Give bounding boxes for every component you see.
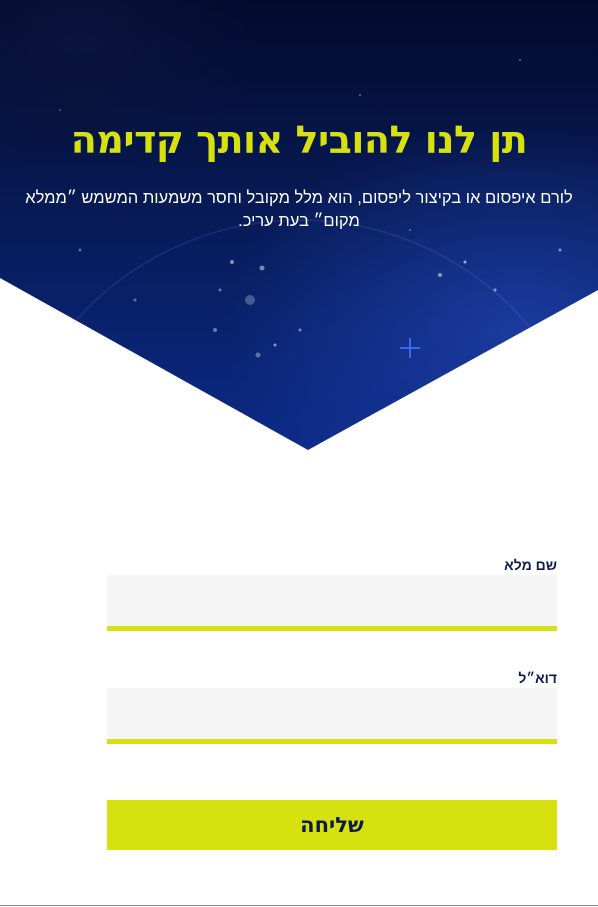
submit-button[interactable]: שליחה [107,800,557,850]
email-label: דוא״ל [518,670,557,686]
email-input[interactable] [107,688,557,744]
hero-section: תן לנו להוביל אותך קדימה לורם איפסום או … [0,0,598,450]
hero-title: תן לנו להוביל אותך קדימה [70,118,528,162]
full-name-field-group: שם מלא [107,555,557,631]
hero-description: לורם איפסום או בקיצור ליפסום, הוא מלל מק… [25,189,573,230]
email-field-group: דוא״ל [107,668,557,744]
full-name-label: שם מלא [504,557,557,573]
full-name-input[interactable] [107,575,557,631]
bottom-divider [0,905,598,906]
page: תן לנו להוביל אותך קדימה לורם איפסום או … [0,0,598,907]
